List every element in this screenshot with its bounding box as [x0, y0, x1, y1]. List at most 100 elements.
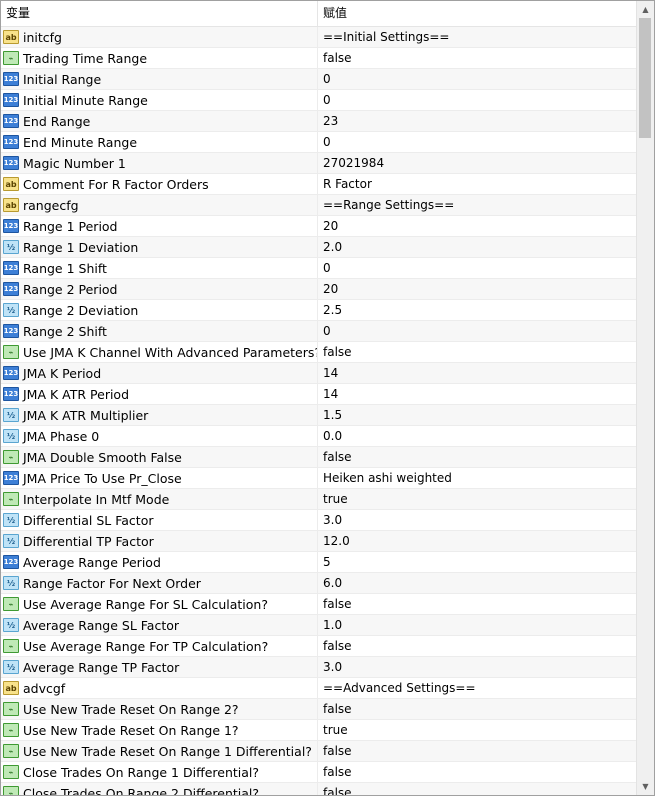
- value-cell[interactable]: 0: [318, 321, 638, 341]
- table-row[interactable]: 123 Range 1 Shift 0: [1, 258, 638, 279]
- value-cell[interactable]: 0: [318, 69, 638, 89]
- value-cell[interactable]: false: [318, 741, 638, 761]
- value-cell[interactable]: false: [318, 447, 638, 467]
- table-row[interactable]: 123 Magic Number 1 27021984: [1, 153, 638, 174]
- table-row[interactable]: 123 JMA Price To Use Pr_Close Heiken ashi …: [1, 468, 638, 489]
- value-cell[interactable]: 23: [318, 111, 638, 131]
- scroll-up-arrow-icon[interactable]: ▲: [637, 1, 654, 18]
- table-row[interactable]: 123 Initial Minute Range 0: [1, 90, 638, 111]
- variable-name: JMA Double Smooth False: [23, 449, 182, 465]
- table-row[interactable]: ab rangecfg ==Range Settings==: [1, 195, 638, 216]
- value-cell[interactable]: 2.5: [318, 300, 638, 320]
- value-cell[interactable]: 3.0: [318, 510, 638, 530]
- double-type-icon: ½: [3, 534, 19, 548]
- table-row[interactable]: 123 Range 2 Shift 0: [1, 321, 638, 342]
- integer-type-icon: 123: [3, 93, 19, 107]
- table-row[interactable]: 123 Average Range Period 5: [1, 552, 638, 573]
- integer-type-icon: 123: [3, 324, 19, 338]
- table-row[interactable]: ⌁ Use New Trade Reset On Range 1 Differen…: [1, 741, 638, 762]
- value-cell[interactable]: R Factor: [318, 174, 638, 194]
- value-cell[interactable]: ==Range Settings==: [318, 195, 638, 215]
- value-cell[interactable]: 0: [318, 132, 638, 152]
- table-row[interactable]: ½ Range 2 Deviation 2.5: [1, 300, 638, 321]
- value-cell[interactable]: 20: [318, 279, 638, 299]
- double-type-icon: ½: [3, 660, 19, 674]
- column-header-variable[interactable]: 变量: [1, 1, 318, 26]
- value-cell[interactable]: 6.0: [318, 573, 638, 593]
- value-cell[interactable]: 14: [318, 363, 638, 383]
- variable-name: JMA K ATR Period: [23, 386, 130, 402]
- variable-cell: 123 Average Range Period: [1, 552, 318, 572]
- table-row[interactable]: ⌁ Use Average Range For SL Calculation? fa…: [1, 594, 638, 615]
- table-row[interactable]: ⌁ JMA Double Smooth False false: [1, 447, 638, 468]
- value-cell[interactable]: false: [318, 636, 638, 656]
- variable-cell: ½ Range Factor For Next Order: [1, 573, 318, 593]
- table-row[interactable]: ½ JMA Phase 0 0.0: [1, 426, 638, 447]
- string-type-icon: ab: [3, 681, 19, 695]
- value-cell[interactable]: ==Initial Settings==: [318, 27, 638, 47]
- integer-type-icon: 123: [3, 156, 19, 170]
- value-cell[interactable]: false: [318, 699, 638, 719]
- value-cell[interactable]: true: [318, 489, 638, 509]
- table-row[interactable]: ½ Average Range TP Factor 3.0: [1, 657, 638, 678]
- table-row[interactable]: ⌁ Use New Trade Reset On Range 1? true: [1, 720, 638, 741]
- value-cell[interactable]: false: [318, 342, 638, 362]
- table-row[interactable]: 123 JMA K ATR Period 14: [1, 384, 638, 405]
- table-row[interactable]: ⌁ Close Trades On Range 2 Differential? fa…: [1, 783, 638, 795]
- value-cell[interactable]: 20: [318, 216, 638, 236]
- variable-name: Initial Range: [23, 71, 102, 87]
- value-cell[interactable]: 14: [318, 384, 638, 404]
- table-row[interactable]: 123 Initial Range 0: [1, 69, 638, 90]
- table-row[interactable]: 123 Range 1 Period 20: [1, 216, 638, 237]
- table-row[interactable]: ½ Differential TP Factor 12.0: [1, 531, 638, 552]
- value-cell[interactable]: 0: [318, 258, 638, 278]
- value-cell[interactable]: false: [318, 594, 638, 614]
- value-cell[interactable]: 1.5: [318, 405, 638, 425]
- table-row[interactable]: ½ Differential SL Factor 3.0: [1, 510, 638, 531]
- value-cell[interactable]: 27021984: [318, 153, 638, 173]
- value-cell[interactable]: Heiken ashi weighted: [318, 468, 638, 488]
- value-cell[interactable]: 12.0: [318, 531, 638, 551]
- table-row[interactable]: ⌁ Close Trades On Range 1 Differential? fa…: [1, 762, 638, 783]
- value-cell[interactable]: 3.0: [318, 657, 638, 677]
- table-row[interactable]: ½ Range 1 Deviation 2.0: [1, 237, 638, 258]
- value-cell[interactable]: 0: [318, 90, 638, 110]
- scroll-thumb[interactable]: [639, 18, 651, 138]
- table-row[interactable]: ⌁ Use New Trade Reset On Range 2? false: [1, 699, 638, 720]
- table-row[interactable]: ½ Range Factor For Next Order 6.0: [1, 573, 638, 594]
- value-cell[interactable]: 0.0: [318, 426, 638, 446]
- value-cell[interactable]: ==Advanced Settings==: [318, 678, 638, 698]
- double-type-icon: ½: [3, 618, 19, 632]
- variable-cell: ½ Range 2 Deviation: [1, 300, 318, 320]
- table-row[interactable]: 123 End Minute Range 0: [1, 132, 638, 153]
- table-row[interactable]: ab Comment For R Factor Orders R Factor: [1, 174, 638, 195]
- value-cell[interactable]: 2.0: [318, 237, 638, 257]
- table-row[interactable]: ½ Average Range SL Factor 1.0: [1, 615, 638, 636]
- variable-cell: ½ Range 1 Deviation: [1, 237, 318, 257]
- variable-cell: ⌁ Use New Trade Reset On Range 1?: [1, 720, 318, 740]
- boolean-type-icon: ⌁: [3, 51, 19, 65]
- table-row[interactable]: 123 JMA K Period 14: [1, 363, 638, 384]
- value-cell[interactable]: 1.0: [318, 615, 638, 635]
- value-cell[interactable]: false: [318, 48, 638, 68]
- vertical-scrollbar[interactable]: ▲ ▼: [636, 1, 654, 795]
- scroll-down-arrow-icon[interactable]: ▼: [637, 778, 654, 795]
- value-cell[interactable]: 5: [318, 552, 638, 572]
- variable-name: Use New Trade Reset On Range 1?: [23, 722, 239, 738]
- variable-cell: 123 JMA K ATR Period: [1, 384, 318, 404]
- table-row[interactable]: ⌁ Use JMA K Channel With Advanced Paramet…: [1, 342, 638, 363]
- integer-type-icon: 123: [3, 72, 19, 86]
- table-row[interactable]: ⌁ Use Average Range For TP Calculation? fa…: [1, 636, 638, 657]
- table-row[interactable]: ⌁ Interpolate In Mtf Mode true: [1, 489, 638, 510]
- value-cell[interactable]: false: [318, 762, 638, 782]
- column-header-value[interactable]: 赋值: [318, 1, 638, 26]
- table-row[interactable]: ½ JMA K ATR Multiplier 1.5: [1, 405, 638, 426]
- value-cell[interactable]: true: [318, 720, 638, 740]
- table-row[interactable]: 123 Range 2 Period 20: [1, 279, 638, 300]
- table-row[interactable]: ab initcfg ==Initial Settings==: [1, 27, 638, 48]
- table-row[interactable]: ab advcgf ==Advanced Settings==: [1, 678, 638, 699]
- value-cell[interactable]: false: [318, 783, 638, 795]
- table-row[interactable]: 123 End Range 23: [1, 111, 638, 132]
- table-row[interactable]: ⌁ Trading Time Range false: [1, 48, 638, 69]
- variable-cell: ⌁ Close Trades On Range 1 Differential?: [1, 762, 318, 782]
